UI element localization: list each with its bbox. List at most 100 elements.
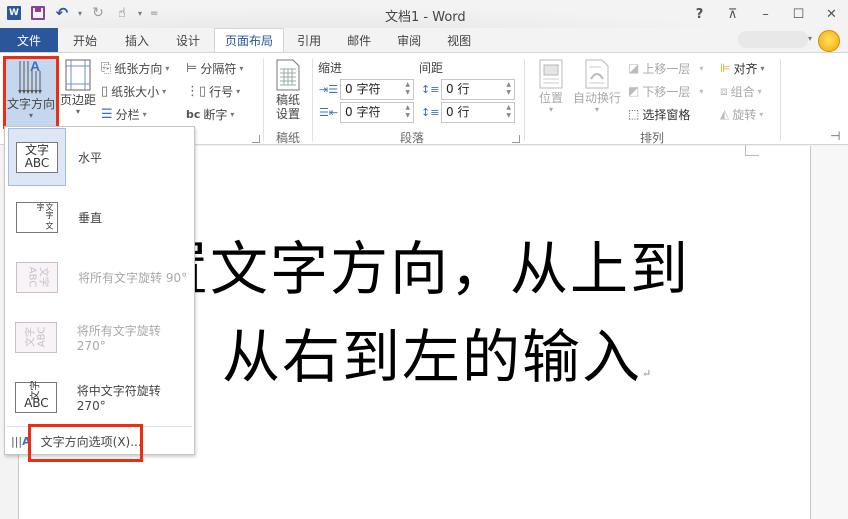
chevron-down-icon: ▾ (236, 86, 241, 96)
menu-item-label: 水平 (78, 150, 103, 165)
orientation-button[interactable]: ⎘ 纸张方向 ▾ (101, 58, 169, 78)
word-app-icon[interactable]: W (6, 5, 22, 21)
undo-icon[interactable]: ↶ (54, 4, 70, 22)
breaks-button[interactable]: ⊨ 分隔符 ▾ (186, 58, 243, 78)
position-icon (539, 59, 563, 89)
group-button[interactable]: ⧈ 组合 ▾ (720, 81, 762, 101)
spinner-arrows[interactable]: ▲ ▼ (506, 81, 511, 97)
account-caret-icon[interactable]: ▾ (808, 34, 812, 43)
document-text-line-2[interactable]: 从右到左的输入↵ (222, 310, 651, 394)
margins-button[interactable]: 页边距 ▾ (60, 59, 96, 117)
indent-right-icon: ☰⇤ (319, 106, 339, 119)
indent-right-input[interactable]: 0 字符 ▲ ▼ (340, 102, 414, 123)
redo-icon[interactable]: ↻ (90, 5, 106, 21)
bring-forward-icon: ◪ (628, 61, 640, 75)
touch-mode-icon[interactable]: ☝ (114, 5, 130, 21)
tab-design[interactable]: 设计 (162, 28, 214, 52)
rotate-asian-text-icon: 文字 ABC (15, 381, 58, 413)
touch-mode-caret[interactable]: ▾ (138, 9, 142, 18)
chevron-down-icon: ▾ (594, 105, 599, 114)
breaks-label: 分隔符 (200, 61, 237, 76)
chevron-down-icon: ▾ (142, 109, 147, 119)
ribbon-display-options-icon[interactable]: ⊼ (716, 0, 749, 28)
save-icon[interactable] (30, 5, 46, 21)
document-text-line-1[interactable]: 置文字方向，从上到 (150, 222, 690, 306)
customize-qat-icon[interactable]: = (150, 8, 158, 19)
spinner-arrows[interactable]: ▲ ▼ (506, 104, 511, 120)
spinner-arrows[interactable]: ▲ ▼ (405, 104, 410, 120)
spacing-label: 间距 (419, 61, 444, 75)
menu-item-label: 将所有文字旋转 90° (78, 270, 188, 285)
spacing-after-input[interactable]: 0 行 ▲ ▼ (441, 102, 515, 123)
hyphenation-button[interactable]: bc 断字 ▾ (186, 104, 234, 124)
manuscript-settings-button[interactable]: 稿纸 设置 (268, 59, 308, 121)
margins-label: 页边距 (60, 93, 97, 107)
size-button[interactable]: ▯ 纸张大小 ▾ (101, 81, 166, 101)
chevron-down-icon: ▾ (162, 86, 167, 96)
group-icon: ⧈ (720, 83, 728, 98)
maximize-icon[interactable]: ☐ (782, 0, 815, 28)
chevron-down-icon: ▾ (760, 63, 765, 73)
bring-forward-label: 上移一层 (642, 61, 691, 76)
selection-pane-icon: ⬚ (628, 107, 640, 121)
group-separator (312, 59, 313, 141)
text-direction-label: 文字方向 (6, 97, 55, 111)
avatar[interactable] (818, 30, 840, 52)
selection-pane-button[interactable]: ⬚ 选择窗格 (628, 104, 690, 124)
wrap-text-button[interactable]: 自动换行 ▾ (571, 59, 623, 115)
text-direction-button[interactable]: A 文字方向 ▾ (3, 56, 59, 129)
tab-home[interactable]: 开始 (58, 28, 112, 52)
menu-item-rotate-asian-270[interactable]: 文字 ABC 将中文字符旋转 270° (8, 368, 191, 426)
bring-forward-button[interactable]: ◪ 上移一层 ▾ (628, 58, 703, 78)
tab-review[interactable]: 审阅 (384, 28, 434, 52)
chevron-down-icon: ▾ (699, 86, 704, 96)
send-backward-button[interactable]: ◩ 下移一层 ▾ (628, 81, 703, 101)
rotate-button[interactable]: ◭ 旋转 ▾ (720, 104, 763, 124)
paper-size-icon: ▯ (101, 83, 109, 99)
group-label: 组合 (730, 84, 755, 99)
position-label: 位置 (538, 91, 563, 105)
manuscript-group-label: 稿纸 (276, 131, 301, 145)
menu-item-vertical[interactable]: 文字 文字 垂直 (8, 188, 191, 246)
columns-button[interactable]: ☰ 分栏 ▾ (101, 104, 147, 124)
menu-item-horizontal[interactable]: 文字 ABC 水平 (8, 128, 191, 186)
close-icon[interactable]: ✕ (815, 0, 848, 28)
undo-dropdown-caret[interactable]: ▾ (78, 9, 82, 18)
help-icon[interactable]: ? (683, 0, 716, 28)
pin-ribbon-icon[interactable]: ⊣ (830, 129, 840, 143)
position-button[interactable]: 位置 ▾ (535, 59, 567, 115)
svg-text:A: A (30, 59, 40, 74)
arrange-group-label: 排列 (640, 131, 665, 145)
align-icon: ⊫ (720, 61, 731, 75)
line-numbers-button[interactable]: ⋮▯ 行号 ▾ (186, 81, 240, 101)
account-name[interactable] (738, 31, 808, 48)
menu-item-rotate-270[interactable]: 文字 ABC 将所有文字旋转 270° (8, 308, 191, 366)
tab-view[interactable]: 视图 (434, 28, 484, 52)
tab-mailings[interactable]: 邮件 (334, 28, 384, 52)
paragraph-dialog-launcher[interactable] (512, 135, 520, 143)
send-backward-label: 下移一层 (642, 84, 691, 99)
chevron-down-icon: ▾ (239, 63, 244, 73)
align-button[interactable]: ⊫ 对齐 ▾ (720, 58, 764, 78)
paragraph-mark: ↵ (642, 367, 652, 380)
group-separator (780, 59, 781, 141)
spinner-arrows[interactable]: ▲ ▼ (405, 81, 410, 97)
vertical-text-icon: 文字 文字 (16, 201, 58, 233)
orientation-label: 纸张方向 (114, 61, 163, 76)
margins-icon (65, 59, 91, 91)
chevron-down-icon: ▾ (759, 109, 764, 119)
minimize-icon[interactable]: – (749, 0, 782, 28)
tab-references[interactable]: 引用 (284, 28, 334, 52)
chevron-down-icon: ▾ (28, 111, 33, 120)
tab-page-layout[interactable]: 页面布局 (214, 28, 285, 52)
page-setup-dialog-launcher[interactable] (252, 135, 260, 143)
columns-icon: ☰ (101, 106, 113, 122)
hyphenation-label: 断字 (203, 107, 228, 122)
spacing-before-input[interactable]: 0 行 ▲ ▼ (441, 79, 515, 100)
menu-item-rotate-90[interactable]: 文字 ABC 将所有文字旋转 90° (8, 248, 191, 306)
tab-insert[interactable]: 插入 (112, 28, 162, 52)
tab-file[interactable]: 文件 (0, 28, 58, 52)
group-separator (263, 59, 264, 141)
indent-left-input[interactable]: 0 字符 ▲ ▼ (340, 79, 414, 100)
vertical-scroll-area[interactable] (812, 146, 848, 519)
